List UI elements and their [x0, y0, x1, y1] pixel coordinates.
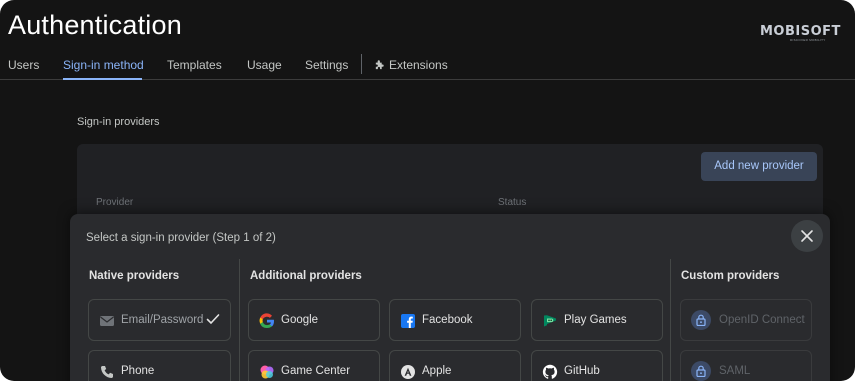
provider-label: GitHub — [564, 365, 600, 377]
tab-users[interactable]: Users — [8, 58, 39, 72]
group-divider — [239, 259, 240, 381]
column-header-provider: Provider — [96, 197, 134, 208]
play-games-icon — [544, 315, 556, 327]
brand-logo: MOBISOFT DISCOVER MOBILITY — [760, 22, 840, 42]
provider-label: SAML — [719, 365, 751, 377]
provider-game-center[interactable]: Game Center — [248, 350, 380, 381]
provider-apple[interactable]: Apple — [389, 350, 521, 381]
close-icon — [801, 230, 813, 242]
custom-providers-title: Custom providers — [681, 270, 780, 282]
tab-extensions-label: Extensions — [389, 58, 448, 72]
lock-icon — [691, 310, 711, 330]
provider-email-password[interactable]: Email/Password — [88, 299, 231, 341]
email-icon — [100, 316, 114, 326]
facebook-icon — [401, 314, 415, 328]
provider-label: Facebook — [422, 314, 473, 326]
lock-icon — [691, 361, 711, 381]
provider-saml: SAML — [680, 350, 812, 381]
apple-icon — [401, 365, 415, 379]
provider-label: Apple — [422, 365, 452, 377]
game-center-icon — [260, 365, 274, 379]
tab-extensions[interactable]: Extensions — [374, 58, 448, 72]
column-header-status: Status — [498, 197, 527, 208]
select-provider-dialog: Select a sign-in provider (Step 1 of 2) … — [70, 214, 830, 381]
app-frame: Authentication MOBISOFT DISCOVER MOBILIT… — [0, 0, 855, 381]
check-icon — [206, 314, 220, 325]
extensions-icon — [375, 60, 384, 70]
dialog-title: Select a sign-in provider (Step 1 of 2) — [86, 232, 276, 244]
provider-label: OpenID Connect — [719, 314, 805, 326]
close-button[interactable] — [791, 220, 823, 252]
active-tab-indicator — [63, 78, 142, 80]
provider-facebook[interactable]: Facebook — [389, 299, 521, 341]
phone-icon — [101, 366, 113, 378]
additional-providers-title: Additional providers — [250, 270, 362, 282]
provider-google[interactable]: Google — [248, 299, 380, 341]
page-title: Authentication — [8, 10, 182, 40]
provider-label: Game Center — [281, 365, 351, 377]
provider-phone[interactable]: Phone — [88, 350, 231, 381]
provider-label: Play Games — [564, 314, 627, 326]
tab-sign-in-method[interactable]: Sign-in method — [63, 58, 144, 72]
provider-github[interactable]: GitHub — [531, 350, 663, 381]
provider-label: Google — [281, 314, 319, 326]
provider-openid-connect: OpenID Connect — [680, 299, 812, 341]
logo-text: MOBISOFT — [760, 24, 841, 39]
provider-label: Email/Password — [121, 314, 204, 326]
tab-usage[interactable]: Usage — [247, 58, 282, 72]
provider-play-games[interactable]: Play Games — [531, 299, 663, 341]
github-icon — [542, 364, 558, 379]
tab-settings[interactable]: Settings — [305, 58, 348, 72]
tab-bar: Users Sign-in method Templates Usage Set… — [0, 50, 855, 80]
provider-label: Phone — [121, 365, 155, 377]
section-title: Sign-in providers — [77, 116, 160, 128]
add-new-provider-button[interactable]: Add new provider — [701, 152, 817, 181]
native-providers-title: Native providers — [89, 270, 180, 282]
tab-divider — [361, 54, 362, 74]
logo-subtitle: DISCOVER MOBILITY — [790, 38, 826, 42]
group-divider — [670, 259, 671, 381]
tab-templates[interactable]: Templates — [167, 58, 222, 72]
google-icon — [259, 313, 274, 329]
